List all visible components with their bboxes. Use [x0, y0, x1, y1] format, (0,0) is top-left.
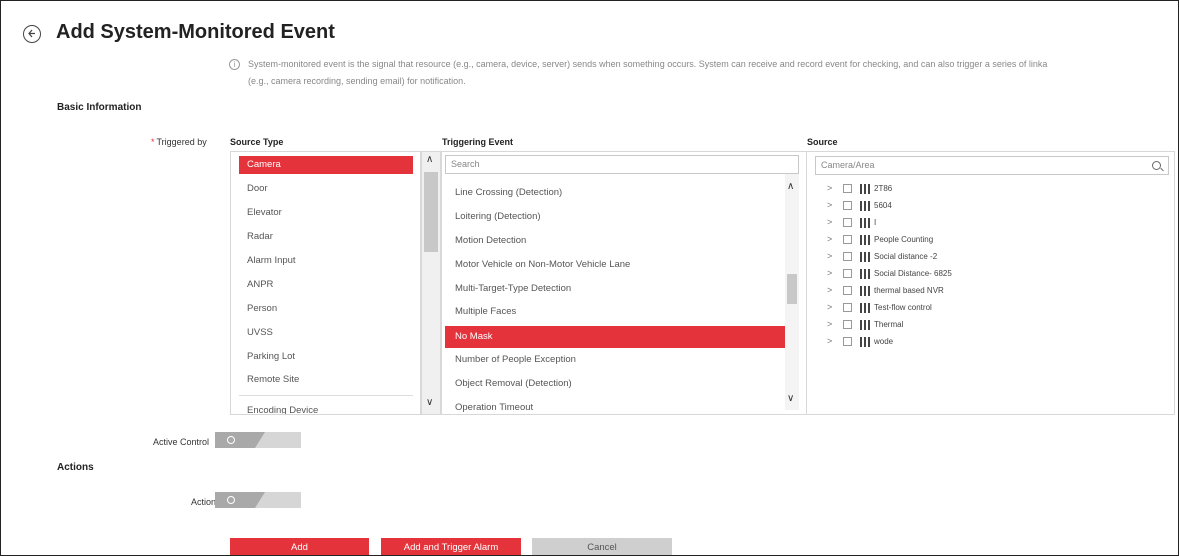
event-item-line-crossing[interactable]: Line Crossing (Detection): [445, 182, 785, 204]
building-icon: [860, 302, 870, 313]
source-type-door[interactable]: Door: [239, 180, 413, 198]
source-type-alarm-input[interactable]: Alarm Input: [239, 252, 413, 270]
info-icon: i: [229, 59, 240, 70]
scroll-up-icon[interactable]: ∧: [787, 182, 794, 192]
event-item-no-mask[interactable]: No Mask: [445, 326, 785, 348]
search-icon[interactable]: [1152, 161, 1161, 170]
checkbox[interactable]: [843, 184, 852, 194]
checkbox[interactable]: [843, 286, 852, 296]
tree-item[interactable]: > Test-flow control: [827, 299, 932, 315]
tree-item[interactable]: > Social Distance- 6825: [827, 265, 952, 281]
building-icon: [860, 268, 870, 279]
source-header: Source: [807, 137, 838, 147]
chevron-right-icon[interactable]: >: [827, 282, 843, 298]
cancel-button[interactable]: Cancel: [532, 538, 672, 555]
building-icon: [860, 234, 870, 245]
chevron-right-icon[interactable]: >: [827, 316, 843, 332]
chevron-right-icon[interactable]: >: [827, 197, 843, 213]
checkbox[interactable]: [843, 201, 852, 211]
checkbox[interactable]: [843, 235, 852, 245]
event-item-multiple-faces[interactable]: Multiple Faces: [445, 301, 785, 323]
list-divider: [239, 395, 413, 396]
toggle-track: [215, 432, 265, 448]
scrollbar-thumb[interactable]: [787, 274, 797, 304]
page-frame: Add System-Monitored Event i System-moni…: [0, 0, 1179, 556]
source-type-anpr[interactable]: ANPR: [239, 276, 413, 294]
scroll-down-icon[interactable]: ∨: [787, 394, 794, 404]
event-item-multi-target[interactable]: Multi-Target-Type Detection: [445, 278, 785, 300]
triggering-event-header: Triggering Event: [442, 137, 514, 147]
tree-item[interactable]: > Social distance -2: [827, 248, 937, 264]
scroll-down-icon[interactable]: ∨: [426, 398, 433, 408]
chevron-right-icon[interactable]: >: [827, 248, 843, 264]
chevron-right-icon[interactable]: >: [827, 333, 843, 349]
source-tree-panel[interactable]: Camera/Area >2T86 >5604 > I > People Count…: [806, 151, 1175, 415]
checkbox[interactable]: [843, 320, 852, 330]
source-type-uvss[interactable]: UVSS: [239, 324, 413, 342]
tree-item[interactable]: >5604: [827, 197, 892, 213]
toggle-knob: [227, 436, 235, 444]
building-icon: [860, 200, 870, 211]
building-icon: [860, 183, 870, 194]
source-type-parking-lot[interactable]: Parking Lot: [239, 348, 413, 366]
tree-item[interactable]: > wode: [827, 333, 893, 349]
source-type-elevator[interactable]: Elevator: [239, 204, 413, 222]
triggering-event-list[interactable]: Search Line Crossing (Detection) Loiteri…: [441, 151, 807, 415]
toggle-knob: [227, 496, 235, 504]
description-line-1: System-monitored event is the signal tha…: [248, 59, 1048, 69]
back-arrow-icon[interactable]: [23, 25, 41, 43]
source-type-remote-site[interactable]: Remote Site: [239, 371, 413, 389]
chevron-right-icon[interactable]: >: [827, 265, 843, 281]
source-type-scrollbar[interactable]: ∧ ∨: [421, 151, 441, 415]
active-control-label: Active Control: [153, 437, 210, 447]
source-search-input[interactable]: Camera/Area: [815, 156, 1169, 175]
chevron-right-icon[interactable]: >: [827, 299, 843, 315]
building-icon: [860, 217, 870, 228]
building-icon: [860, 251, 870, 262]
checkbox[interactable]: [843, 337, 852, 347]
description-line-2: (e.g., camera recording, sending email) …: [248, 76, 466, 86]
event-scrollbar[interactable]: ∧ ∨: [785, 174, 799, 410]
checkbox[interactable]: [843, 218, 852, 228]
source-type-encoding-device[interactable]: Encoding Device: [239, 402, 413, 414]
source-type-header: Source Type: [230, 137, 284, 147]
add-and-trigger-alarm-button[interactable]: Add and Trigger Alarm: [381, 538, 521, 555]
tree-item[interactable]: >2T86: [827, 180, 892, 196]
event-item-people-exception[interactable]: Number of People Exception: [445, 349, 785, 371]
tree-item[interactable]: > thermal based NVR: [827, 282, 944, 298]
active-control-toggle[interactable]: [215, 432, 301, 448]
event-search-input[interactable]: Search: [445, 155, 799, 174]
chevron-right-icon[interactable]: >: [827, 180, 843, 196]
event-item-object-removal[interactable]: Object Removal (Detection): [445, 373, 785, 395]
action-label: Action: [191, 497, 217, 507]
actions-heading: Actions: [57, 462, 94, 473]
chevron-right-icon[interactable]: >: [827, 214, 843, 230]
add-button[interactable]: Add: [230, 538, 369, 555]
event-item-motor-vehicle[interactable]: Motor Vehicle on Non-Motor Vehicle Lane: [445, 254, 785, 276]
event-item-operation-timeout[interactable]: Operation Timeout: [445, 397, 785, 414]
tree-item[interactable]: > People Counting: [827, 231, 933, 247]
scrollbar-thumb[interactable]: [424, 172, 438, 252]
source-type-camera[interactable]: Camera: [239, 156, 413, 174]
event-item-motion-detection[interactable]: Motion Detection: [445, 230, 785, 252]
source-type-person[interactable]: Person: [239, 300, 413, 318]
basic-information-heading: Basic Information: [57, 102, 142, 113]
checkbox[interactable]: [843, 252, 852, 262]
scroll-up-icon[interactable]: ∧: [426, 155, 433, 165]
building-icon: [860, 336, 870, 347]
tree-item[interactable]: > I: [827, 214, 876, 230]
page-title: Add System-Monitored Event: [56, 21, 335, 43]
action-toggle[interactable]: [215, 492, 301, 508]
source-type-radar[interactable]: Radar: [239, 228, 413, 246]
checkbox[interactable]: [843, 269, 852, 279]
triggered-by-label: * Triggered by: [151, 137, 207, 147]
chevron-right-icon[interactable]: >: [827, 231, 843, 247]
event-item-loitering[interactable]: Loitering (Detection): [445, 206, 785, 228]
source-type-list[interactable]: Camera Door Elevator Radar Alarm Input A…: [230, 151, 421, 415]
building-icon: [860, 319, 870, 330]
building-icon: [860, 285, 870, 296]
checkbox[interactable]: [843, 303, 852, 313]
tree-item[interactable]: > Thermal: [827, 316, 903, 332]
toggle-track: [215, 492, 265, 508]
